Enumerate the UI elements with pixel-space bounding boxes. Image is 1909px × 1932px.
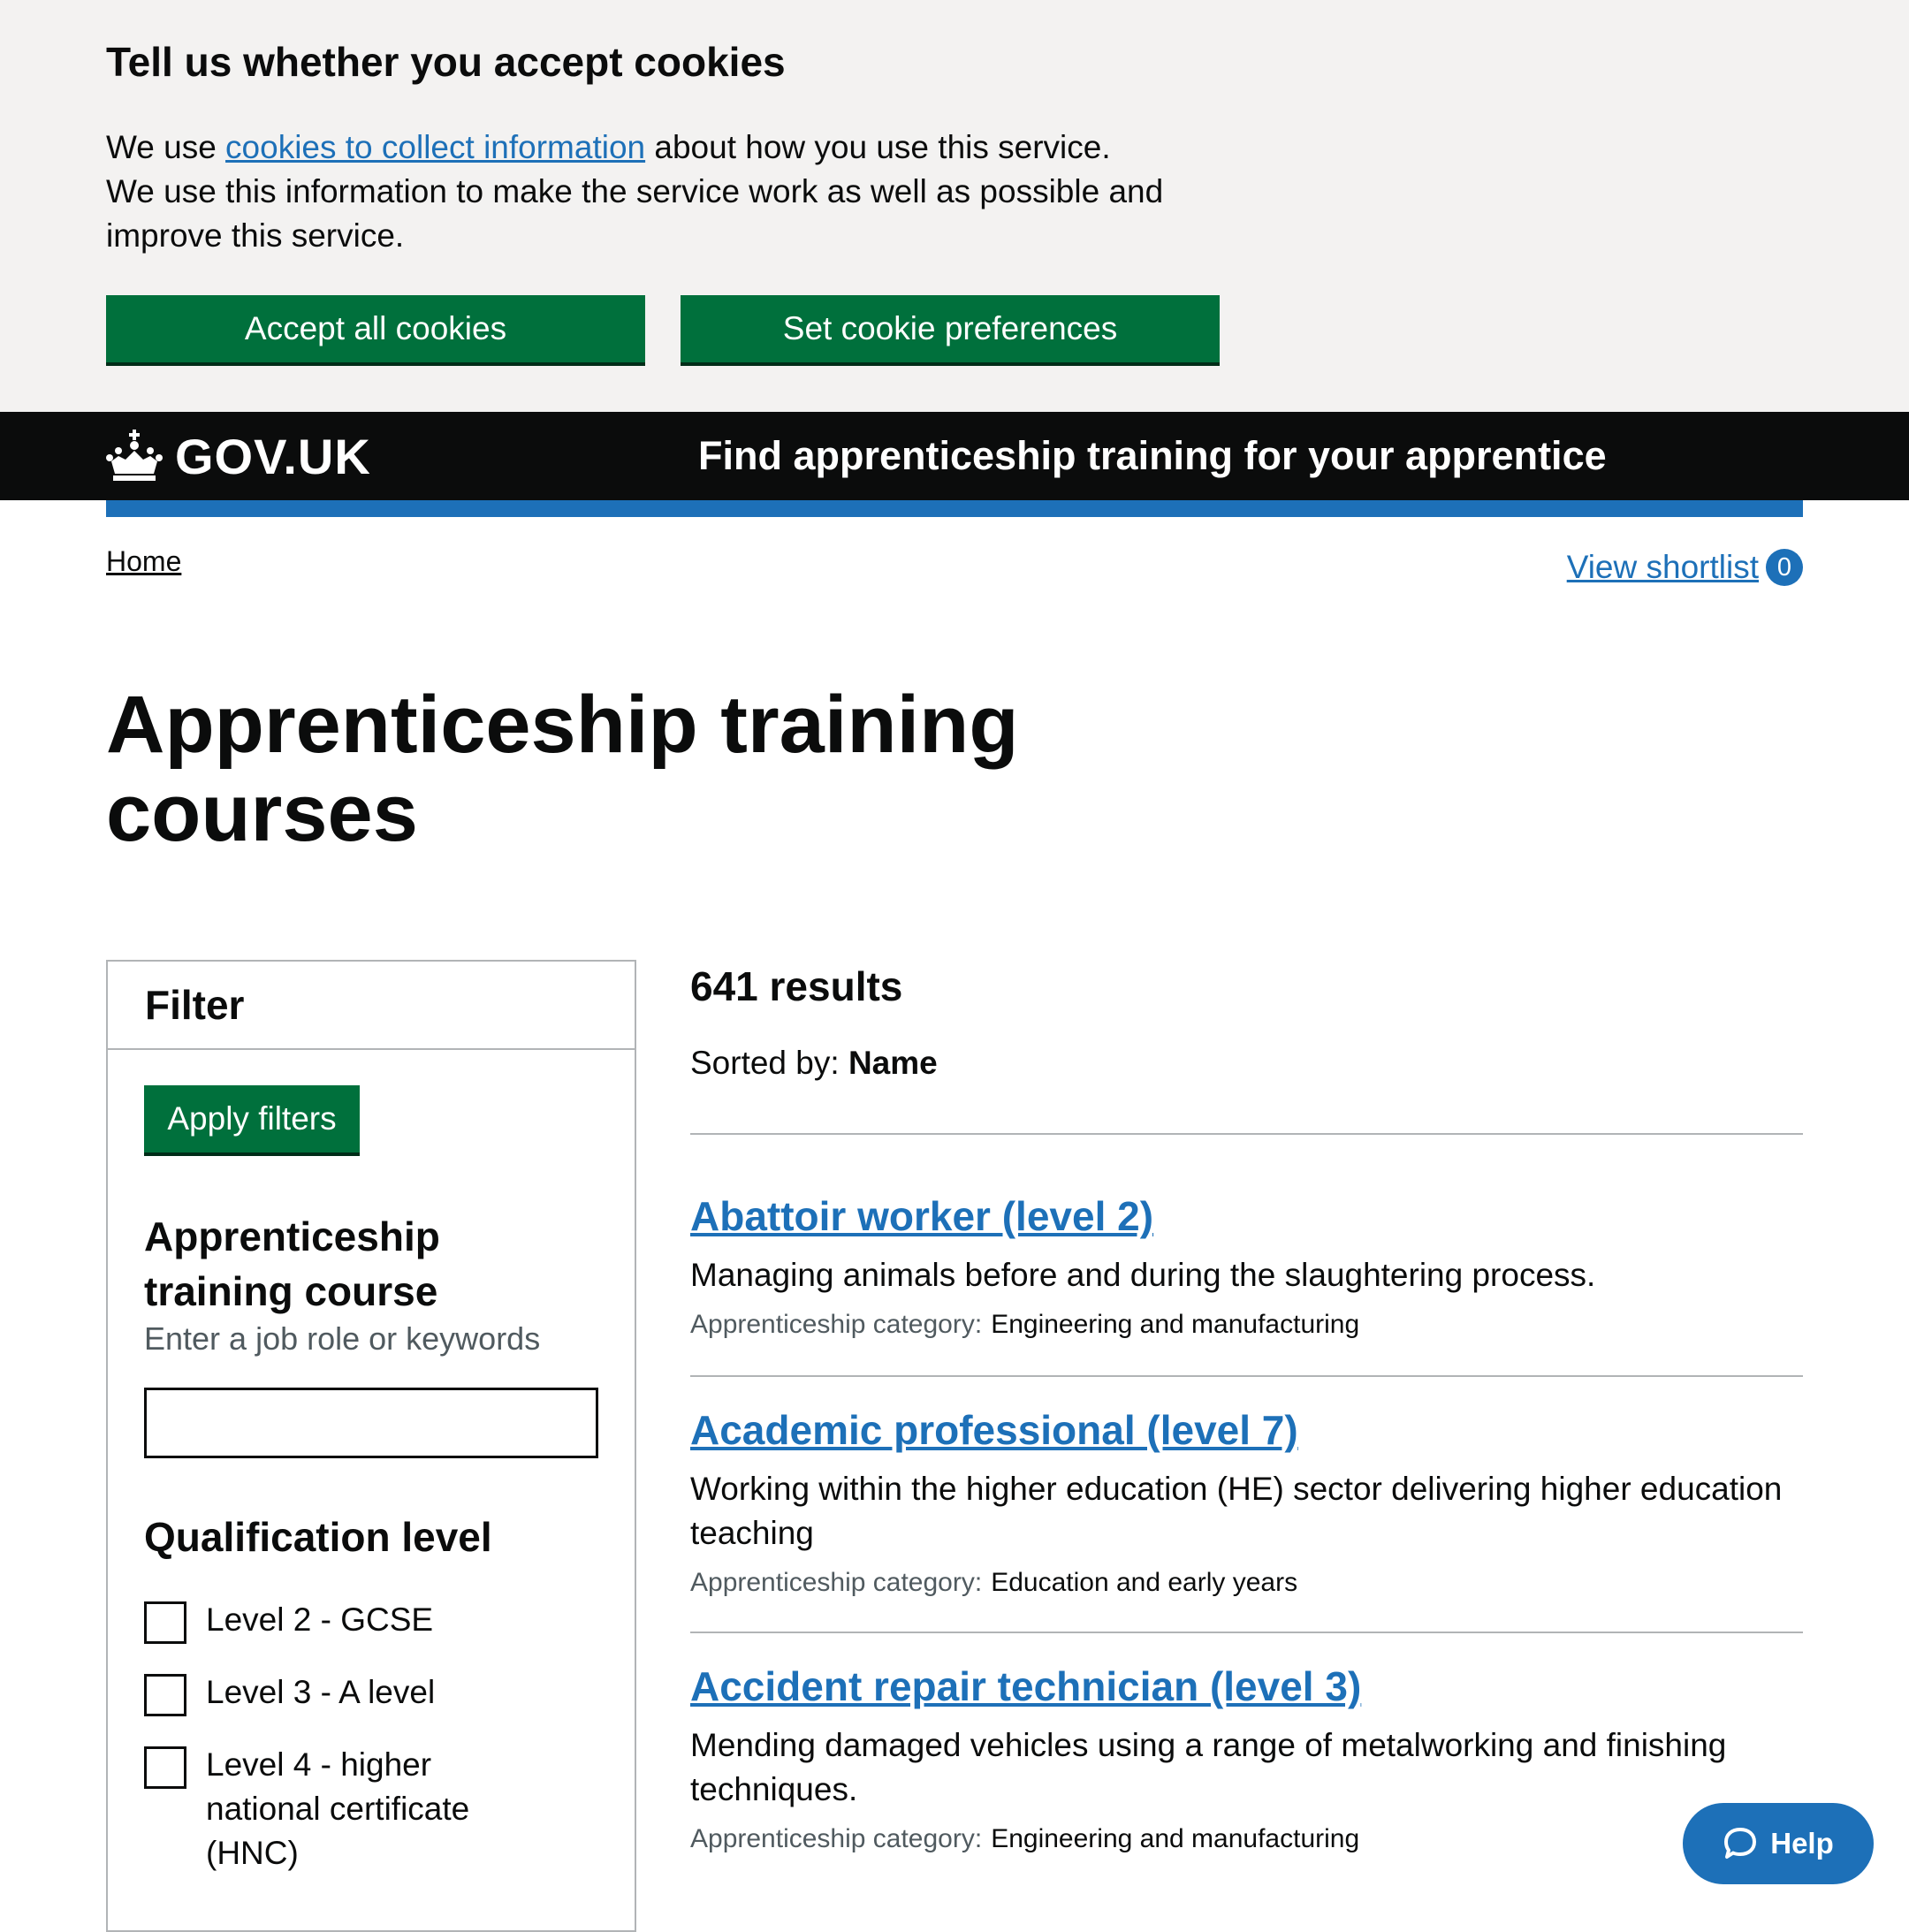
category-label: Apprenticeship category: [690,1568,983,1597]
category-value: Education and early years [991,1568,1298,1597]
result-item: Abattoir worker (level 2) Managing anima… [690,1135,1803,1377]
help-button[interactable]: Help [1683,1803,1874,1884]
help-label[interactable]: Help [1770,1827,1834,1860]
filter-body: Apply filters Apprenticeship training co… [108,1050,635,1875]
level-2-checkbox[interactable] [144,1601,186,1644]
category-label: Apprenticeship category: [690,1310,983,1339]
level-4-checkbox[interactable] [144,1746,186,1789]
level-4-label[interactable]: Level 4 - higher national certificate (H… [206,1743,524,1875]
sorted-by-label: Sorted by: [690,1045,840,1081]
cookies-info-link[interactable]: cookies to collect information [225,129,645,165]
category-value: Engineering and manufacturing [991,1824,1360,1853]
sorted-by-value: Name [848,1045,938,1081]
level-2-label[interactable]: Level 2 - GCSE [206,1598,524,1642]
results-count: 641 results [690,963,903,1009]
level-3-label[interactable]: Level 3 - A level [206,1670,524,1715]
page-title: Apprenticeship training courses [106,680,1019,858]
result-description: Working within the higher education (HE)… [690,1471,1783,1551]
result-category: Apprenticeship category: Engineering and … [690,1310,1803,1340]
govuk-header: GOV.UK Find apprenticeship training for … [0,412,1909,500]
result-description: Managing animals before and during the s… [690,1257,1596,1293]
service-name-link[interactable]: Find apprenticeship training for your ap… [698,412,1607,500]
shortlist-count-badge: 0 [1766,549,1803,586]
results-list: 641 results Sorted by: Name Abattoir wor… [690,960,1803,1888]
qualification-level-title: Qualification level [144,1514,492,1560]
filter-title: Filter [108,962,635,1050]
govuk-logo-link[interactable]: GOV.UK [106,412,371,500]
apply-filters-button[interactable]: Apply filters [144,1085,360,1152]
chat-bubble-icon [1724,1828,1757,1859]
result-title-link[interactable]: Abattoir worker (level 2) [690,1190,1153,1243]
course-filter-title: Apprenticeship training course [144,1213,440,1314]
shortlist: View shortlist 0 [1567,549,1803,586]
govuk-logo-text: GOV.UK [175,428,371,484]
breadcrumb-row: Home View shortlist 0 [0,517,1909,623]
result-description: Mending damaged vehicles using a range o… [690,1727,1727,1807]
view-shortlist-link[interactable]: View shortlist [1567,549,1759,586]
result-item: Academic professional (level 7) Working … [690,1377,1803,1633]
level-2-option[interactable]: Level 2 - GCSE [144,1601,599,1644]
level-4-option[interactable]: Level 4 - higher national certificate (H… [144,1746,599,1875]
crown-icon [106,430,163,481]
level-3-option[interactable]: Level 3 - A level [144,1674,599,1716]
set-cookie-preferences-button[interactable]: Set cookie preferences [681,295,1220,362]
level-3-checkbox[interactable] [144,1674,186,1716]
cookie-banner-text: We use cookies to collect information ab… [106,126,1167,258]
result-category: Apprenticeship category: Engineering and … [690,1824,1803,1854]
result-title-link[interactable]: Academic professional (level 7) [690,1403,1298,1457]
category-value: Engineering and manufacturing [991,1310,1360,1339]
result-title-link[interactable]: Accident repair technician (level 3) [690,1660,1361,1713]
cookie-banner-title: Tell us whether you accept cookies [106,39,786,85]
filter-panel: Filter Apply filters Apprenticeship trai… [106,960,636,1932]
result-item: Accident repair technician (level 3) Men… [690,1633,1803,1888]
breadcrumb-home-link[interactable]: Home [106,545,181,578]
accept-all-cookies-button[interactable]: Accept all cookies [106,295,645,362]
cookie-banner: Tell us whether you accept cookies We us… [0,0,1909,412]
header-blue-bar [106,500,1803,517]
category-label: Apprenticeship category: [690,1824,983,1853]
cookie-buttons: Accept all cookies Set cookie preference… [106,295,1803,362]
result-category: Apprenticeship category: Education and ea… [690,1568,1803,1598]
sorted-by: Sorted by: Name [690,1045,1803,1082]
cookie-text-before: We use [106,129,226,165]
course-filter-hint: Enter a job role or keywords [144,1320,541,1357]
keyword-search-input[interactable] [144,1388,598,1458]
